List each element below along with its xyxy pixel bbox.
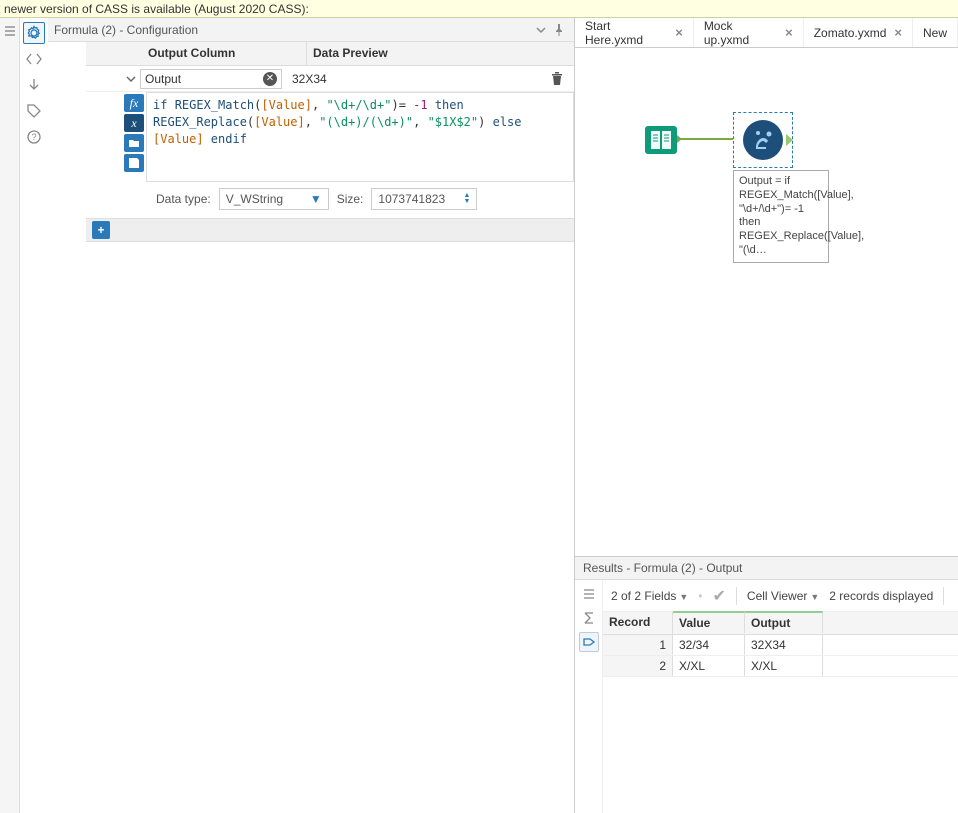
close-tab-icon[interactable]: × <box>785 25 793 40</box>
size-label: Size: <box>337 192 364 206</box>
tab-new[interactable]: New <box>913 18 958 47</box>
datatype-select[interactable]: V_WString ▼ <box>219 188 329 210</box>
delete-row-icon[interactable] <box>550 72 574 86</box>
col-output[interactable]: Output <box>745 611 823 633</box>
results-list-icon[interactable] <box>579 584 599 604</box>
config-side-tabs: ? <box>20 18 48 813</box>
cell-viewer-dropdown[interactable]: Cell Viewer▼ <box>747 589 819 603</box>
data-preview-header: Data Preview <box>306 42 574 65</box>
formula-toolbar: fx x <box>122 92 146 182</box>
workflow-tabs: Start Here.yxmd×Mock up.yxmd×Zomato.yxmd… <box>575 18 958 48</box>
gear-icon[interactable] <box>23 22 45 44</box>
fx-function-icon[interactable]: fx <box>124 94 144 112</box>
cell-record: 2 <box>603 656 673 676</box>
results-panel: Results - Formula (2) - Output 2 of 2 Fi… <box>575 556 958 813</box>
configuration-panel: Formula (2) - Configuration Output Colum… <box>48 18 575 813</box>
clear-name-icon[interactable]: ✕ <box>263 72 277 86</box>
tab-label: Mock up.yxmd <box>704 19 777 47</box>
config-panel-title: Formula (2) - Configuration <box>54 23 532 37</box>
records-summary: 2 records displayed <box>829 589 933 603</box>
datatype-value: V_WString <box>226 192 283 206</box>
cell-output: 32X34 <box>745 635 823 655</box>
panel-resize-strip[interactable] <box>0 18 20 813</box>
arrow-down-icon[interactable] <box>23 74 45 96</box>
cass-update-notice: newer version of CASS is available (Augu… <box>0 0 958 18</box>
results-sidebar <box>575 580 603 813</box>
help-icon[interactable]: ? <box>23 126 45 148</box>
fx-variable-icon[interactable]: x <box>124 114 144 132</box>
tab-mock-up-yxmd[interactable]: Mock up.yxmd × <box>694 18 804 47</box>
table-row[interactable]: 2X/XLX/XL <box>603 656 958 677</box>
formula-tool[interactable] <box>733 112 793 168</box>
fields-dropdown[interactable]: 2 of 2 Fields▼ <box>611 589 688 603</box>
tool-annotation[interactable]: Output = if REGEX_Match([Value], "\d+/\d… <box>733 170 829 263</box>
collapse-chevron-icon[interactable] <box>532 24 550 36</box>
output-preview-value: 32X34 <box>286 72 550 86</box>
output-column-name-input[interactable]: Output ✕ <box>140 69 282 89</box>
output-column-name: Output <box>145 72 181 86</box>
tab-label: Zomato.yxmd <box>814 26 887 40</box>
fx-save-icon[interactable] <box>124 154 144 172</box>
col-value[interactable]: Value <box>673 611 745 633</box>
tab-zomato-yxmd[interactable]: Zomato.yxmd × <box>804 18 913 47</box>
fx-folder-icon[interactable] <box>124 134 144 152</box>
apply-check-icon[interactable]: ✔ <box>713 586 726 606</box>
datatype-row: Data type: V_WString ▼ Size: 1073741823 … <box>86 182 574 218</box>
text-input-tool[interactable] <box>641 120 681 160</box>
close-tab-icon[interactable]: × <box>894 25 902 40</box>
expand-chevron-icon[interactable] <box>122 73 140 85</box>
formula-expression-input[interactable]: if REGEX_Match([Value], "\d+/\d+")= -1 t… <box>146 92 574 182</box>
col-record[interactable]: Record <box>603 612 673 634</box>
results-output-icon[interactable] <box>579 632 599 652</box>
cell-value: 32/34 <box>673 635 745 655</box>
size-down-icon[interactable]: ▼ <box>463 199 470 205</box>
datatype-label: Data type: <box>156 192 211 206</box>
cell-record: 1 <box>603 635 673 655</box>
svg-text:?: ? <box>31 132 36 142</box>
caret-down-icon: ▼ <box>310 192 322 206</box>
size-input[interactable]: 1073741823 ▲▼ <box>371 188 477 210</box>
table-row[interactable]: 132/3432X34 <box>603 635 958 656</box>
close-tab-icon[interactable]: × <box>675 25 683 40</box>
code-icon[interactable] <box>23 48 45 70</box>
results-sigma-icon[interactable] <box>579 608 599 628</box>
pin-icon[interactable] <box>550 24 568 36</box>
results-header-row: Record Value Output <box>603 612 958 635</box>
add-expression-button[interactable]: + <box>92 221 110 239</box>
tag-icon[interactable] <box>23 100 45 122</box>
cell-output: X/XL <box>745 656 823 676</box>
output-column-header: Output Column <box>142 42 306 65</box>
output-anchor[interactable] <box>786 134 793 146</box>
results-table: Record Value Output 132/3432X342X/XLX/XL <box>603 612 958 677</box>
tab-start-here-yxmd[interactable]: Start Here.yxmd × <box>575 18 694 47</box>
results-toolbar: 2 of 2 Fields▼ • ✔ Cell Viewer▼ 2 record… <box>603 580 958 612</box>
size-value: 1073741823 <box>378 192 445 206</box>
cell-value: X/XL <box>673 656 745 676</box>
output-row: Output ✕ 32X34 <box>86 66 574 92</box>
tab-label: New <box>923 26 947 40</box>
workflow-canvas[interactable]: Output = if REGEX_Match([Value], "\d+/\d… <box>575 48 958 556</box>
results-title: Results - Formula (2) - Output <box>575 557 958 580</box>
tab-label: Start Here.yxmd <box>585 19 667 47</box>
